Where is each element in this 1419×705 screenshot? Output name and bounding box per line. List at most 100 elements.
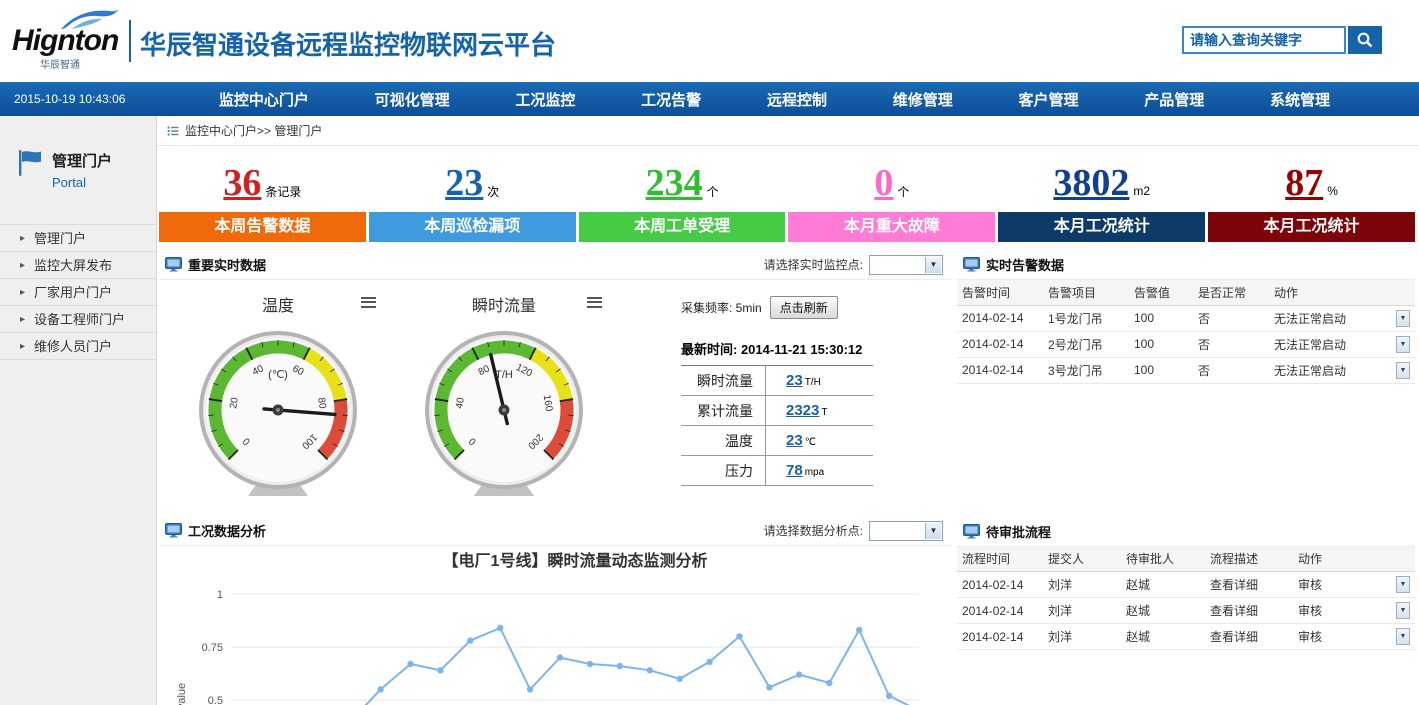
svg-text:40: 40 (454, 396, 467, 409)
nav-item-maintenance[interactable]: 维修管理 (893, 89, 953, 110)
sidebar-item-factory-portal[interactable]: ▸ 厂家用户门户 (0, 279, 156, 306)
reading-row: 温度 23℃ (681, 426, 873, 456)
sidebar-item-label: 维修人员门户 (34, 339, 112, 354)
realtime-section-header: 重要实时数据 请选择实时监控点: ▼ (159, 250, 951, 280)
arrow-bullet-icon: ▸ (20, 279, 25, 306)
stat-card-monthly-faults[interactable]: 0个 本月重大故障 (788, 154, 995, 242)
nav-item-system-mgmt[interactable]: 系统管理 (1270, 89, 1330, 110)
sidebar-item-repair-portal[interactable]: ▸ 维修人员门户 (0, 333, 156, 360)
cell-flow-time: 2014-02-14 (957, 624, 1043, 650)
row-dropdown-button[interactable]: ▼ (1396, 628, 1410, 645)
monitor-point-select[interactable]: ▼ (869, 255, 943, 275)
nav-item-product-mgmt[interactable]: 产品管理 (1144, 89, 1204, 110)
section-title: 重要实时数据 (188, 255, 266, 274)
approval-table: 流程时间 提交人 待审批人 流程描述 动作 2014-02-14 刘洋 赵城 查… (957, 547, 1415, 651)
reading-label: 温度 (681, 426, 765, 455)
row-dropdown-button[interactable]: ▼ (1396, 310, 1410, 327)
reading-value: 23 (786, 432, 803, 449)
cell-submitter: 刘洋 (1043, 624, 1121, 650)
cell-alarm-item: 3号龙门吊 (1043, 357, 1129, 383)
table-row: 2014-02-14 刘洋 赵城 查看详细 审核▼ (957, 598, 1415, 624)
view-detail-link[interactable]: 查看详细 (1205, 572, 1293, 598)
nav-menu: 监控中心门户 可视化管理 工况监控 工况告警 远程控制 维修管理 客户管理 产品… (186, 89, 1419, 110)
svg-text:20: 20 (228, 396, 241, 409)
stat-card-weekly-inspection[interactable]: 23次 本周巡检漏项 (369, 154, 576, 242)
row-dropdown-button[interactable]: ▼ (1396, 576, 1410, 593)
nav-item-condition-alarm[interactable]: 工况告警 (641, 89, 701, 110)
column-header: 流程时间 (957, 547, 1043, 572)
stat-label: 本周巡检漏项 (369, 212, 576, 242)
stat-card-monthly-condition-area[interactable]: 3802m2 本月工况统计 (998, 154, 1205, 242)
cell-alarm-value: 100 (1129, 357, 1193, 383)
sidebar-item-engineer-portal[interactable]: ▸ 设备工程师门户 (0, 306, 156, 333)
list-icon (167, 125, 179, 137)
cell-alarm-item: 1号龙门吊 (1043, 305, 1129, 331)
stat-card-weekly-workorders[interactable]: 234个 本周工单受理 (579, 154, 786, 242)
alarm-table: 告警时间 告警项目 告警值 是否正常 动作 2014-02-14 1号龙门吊 1… (957, 280, 1415, 384)
audit-link[interactable]: 审核 (1298, 576, 1322, 593)
monitor-icon (165, 257, 182, 272)
stat-value: 0 (874, 164, 893, 202)
line-chart-wrap: 【电厂1号线】瞬时流量动态监测分析value10.750.5 (159, 546, 951, 705)
row-dropdown-button[interactable]: ▼ (1396, 362, 1410, 379)
reading-value: 78 (786, 462, 803, 479)
reading-value: 2323 (786, 402, 819, 419)
sidebar-item-screen-publish[interactable]: ▸ 监控大屏发布 (0, 252, 156, 279)
logo[interactable]: Hignton 华辰智通 (10, 6, 130, 70)
nav-item-visual-mgmt[interactable]: 可视化管理 (375, 89, 450, 110)
gauge-title: 瞬时流量 (391, 292, 617, 316)
gauge-title: 温度 (165, 292, 391, 316)
audit-link[interactable]: 审核 (1298, 602, 1322, 619)
cell-submitter: 刘洋 (1043, 572, 1121, 598)
svg-text:1: 1 (217, 589, 223, 601)
reading-unit: mpa (805, 467, 824, 478)
search-button[interactable] (1348, 26, 1382, 54)
stat-label: 本月重大故障 (788, 212, 995, 242)
column-header: 动作 (1269, 280, 1415, 305)
row-dropdown-button[interactable]: ▼ (1396, 602, 1410, 619)
breadcrumb: 监控中心门户>> 管理门户 (157, 116, 1419, 146)
search-input[interactable] (1182, 26, 1346, 54)
main-navbar: 2015-10-19 10:43:06 监控中心门户 可视化管理 工况监控 工况… (0, 82, 1419, 116)
cell-flow-time: 2014-02-14 (957, 572, 1043, 598)
nav-item-customer-mgmt[interactable]: 客户管理 (1018, 89, 1078, 110)
sidebar-item-label: 监控大屏发布 (34, 258, 112, 273)
arrow-bullet-icon: ▸ (20, 225, 25, 252)
stat-card-weekly-alarms[interactable]: 36条记录 本周告警数据 (159, 154, 366, 242)
nav-item-condition-monitor[interactable]: 工况监控 (515, 89, 575, 110)
approval-section-header: 待审批流程 (957, 517, 1415, 547)
monitor-icon (165, 523, 182, 538)
reading-unit: T/H (805, 377, 821, 388)
audit-link[interactable]: 审核 (1298, 628, 1322, 645)
row-dropdown-button[interactable]: ▼ (1396, 336, 1410, 353)
view-detail-link[interactable]: 查看详细 (1205, 624, 1293, 650)
nav-item-monitor-center[interactable]: 监控中心门户 (219, 89, 309, 110)
monitor-icon (963, 257, 980, 272)
stat-label: 本月工况统计 (998, 212, 1205, 242)
column-header: 告警值 (1129, 280, 1193, 305)
cell-alarm-item: 2号龙门吊 (1043, 331, 1129, 357)
sidebar: 管理门户 Portal ▸ 管理门户 ▸ 监控大屏发布 ▸ 厂家用户门户 ▸ 设… (0, 116, 157, 705)
nav-item-remote-control[interactable]: 远程控制 (767, 89, 827, 110)
column-header: 动作 (1293, 547, 1415, 572)
svg-text:0.75: 0.75 (202, 642, 223, 654)
stat-unit: % (1327, 184, 1338, 198)
refresh-button[interactable]: 点击刷新 (770, 296, 838, 319)
stat-card-monthly-condition-pct[interactable]: 87% 本月工况统计 (1208, 154, 1415, 242)
chart-menu-icon[interactable] (361, 294, 377, 310)
sidebar-item-label: 管理门户 (34, 231, 86, 246)
sidebar-item-admin-portal[interactable]: ▸ 管理门户 (0, 225, 156, 252)
view-detail-link[interactable]: 查看详细 (1205, 598, 1293, 624)
analysis-point-select[interactable]: ▼ (869, 521, 943, 541)
table-header-row: 流程时间 提交人 待审批人 流程描述 动作 (957, 547, 1415, 572)
stat-label: 本周告警数据 (159, 212, 366, 242)
table-row: 2014-02-14 刘洋 赵城 查看详细 审核▼ (957, 572, 1415, 598)
left-column: 重要实时数据 请选择实时监控点: ▼ 温度 020406080100(℃) 瞬时… (159, 250, 951, 705)
cell-flow-time: 2014-02-14 (957, 598, 1043, 624)
column-header: 待审批人 (1121, 547, 1205, 572)
temperature-gauge: 020406080100(℃) (193, 324, 363, 500)
cell-approver: 赵城 (1121, 624, 1205, 650)
column-header: 是否正常 (1193, 280, 1269, 305)
sidebar-menu: ▸ 管理门户 ▸ 监控大屏发布 ▸ 厂家用户门户 ▸ 设备工程师门户 ▸ 维修人… (0, 224, 156, 360)
chart-menu-icon[interactable] (587, 294, 603, 310)
